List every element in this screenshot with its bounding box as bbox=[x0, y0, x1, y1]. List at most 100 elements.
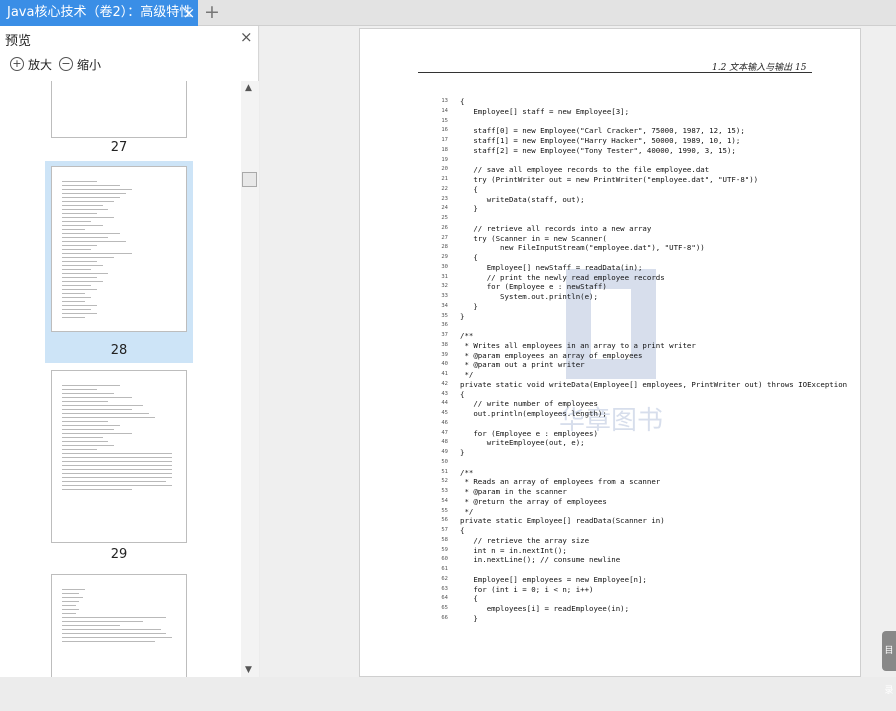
line-number: 50 bbox=[441, 458, 448, 465]
code-line: 19 bbox=[438, 156, 838, 166]
line-number: 63 bbox=[441, 585, 448, 592]
code-text: // retrieve all records into a new array bbox=[460, 223, 652, 233]
code-line: 23 writeData(staff, out); bbox=[438, 195, 838, 205]
code-line: 48 writeEmployee(out, e); bbox=[438, 438, 838, 448]
side-panel-toggle[interactable]: 目录 bbox=[882, 631, 896, 696]
code-text: { bbox=[460, 184, 478, 194]
code-text: * Writes all employees in an array to a … bbox=[460, 340, 696, 350]
code-line: 33 System.out.println(e); bbox=[438, 292, 838, 302]
code-text: private static Employee[] readData(Scann… bbox=[460, 516, 665, 526]
code-text: writeData(staff, out); bbox=[460, 194, 585, 204]
line-number: 25 bbox=[441, 215, 448, 221]
code-text: private static void writeData(Employee[]… bbox=[460, 379, 848, 389]
code-text: in.nextLine(); // consume newline bbox=[460, 555, 621, 565]
code-line: 58 // retrieve the array size bbox=[438, 536, 838, 546]
code-text: { bbox=[460, 389, 465, 399]
code-text: } bbox=[460, 613, 478, 623]
code-text: * @param in the scanner bbox=[460, 487, 567, 496]
line-number: 52 bbox=[441, 478, 448, 485]
code-line: 44 // write number of employees bbox=[438, 399, 838, 409]
code-text: for (Employee e : employees) bbox=[460, 428, 598, 438]
code-text: Employee[] employees = new Employee[n]; bbox=[460, 574, 647, 584]
scroll-down-icon[interactable]: ▼ bbox=[245, 665, 252, 675]
line-number: 47 bbox=[441, 429, 448, 436]
document-page: 1.2 文本输入与输出 15 华章图书 13{14 Employee[] sta… bbox=[359, 28, 861, 677]
code-text: staff[1] = new Employee("Harry Hacker", … bbox=[460, 136, 741, 145]
code-line: 18 staff[2] = new Employee("Tony Tester"… bbox=[438, 146, 838, 156]
code-line: 39 * @param employees an array of employ… bbox=[438, 351, 838, 361]
tab-close-icon[interactable]: × bbox=[180, 0, 198, 26]
zoom-in-label: 放大 bbox=[28, 57, 53, 72]
line-number: 17 bbox=[441, 137, 448, 143]
line-number: 59 bbox=[441, 546, 448, 553]
scrollbar-thumb[interactable] bbox=[242, 172, 257, 187]
code-line: 66 } bbox=[438, 614, 838, 624]
code-line: 20 // save all employee records to the f… bbox=[438, 165, 838, 175]
close-icon[interactable]: × bbox=[240, 28, 253, 46]
code-text: */ bbox=[460, 370, 474, 379]
zoom-in-button[interactable]: + 放大 bbox=[10, 55, 52, 73]
page-number-28: 28 bbox=[110, 343, 128, 358]
line-number: 65 bbox=[441, 605, 448, 611]
line-number: 31 bbox=[441, 273, 448, 280]
line-number: 30 bbox=[441, 263, 448, 270]
code-text: // retrieve the array size bbox=[460, 535, 590, 545]
page-thumbnail-27[interactable] bbox=[51, 81, 187, 138]
code-text: Employee[] staff = new Employee[3]; bbox=[460, 106, 630, 116]
zoom-out-icon: − bbox=[59, 57, 73, 71]
code-line: 29 { bbox=[438, 253, 838, 263]
code-line: 22 { bbox=[438, 185, 838, 195]
line-number: 34 bbox=[441, 302, 448, 309]
code-text: for (int i = 0; i < n; i++) bbox=[460, 584, 594, 594]
page-thumbnail-28[interactable] bbox=[51, 166, 187, 332]
new-tab-button[interactable]: + bbox=[202, 0, 222, 26]
code-line: 32 for (Employee e : newStaff) bbox=[438, 282, 838, 292]
code-line: 41 */ bbox=[438, 370, 838, 380]
code-line: 21 try (PrintWriter out = new PrintWrite… bbox=[438, 175, 838, 185]
code-line: 15 bbox=[438, 117, 838, 127]
code-line: 61 bbox=[438, 565, 838, 575]
zoom-out-button[interactable]: − 缩小 bbox=[59, 55, 101, 73]
code-text: */ bbox=[460, 506, 474, 516]
code-text: System.out.println(e); bbox=[460, 292, 598, 301]
code-line: 65 employees[i] = readEmployee(in); bbox=[438, 604, 838, 614]
thumbnail-scrollbar[interactable]: ▲ ▼ bbox=[241, 81, 259, 677]
line-number: 57 bbox=[441, 527, 448, 533]
code-line: 63 for (int i = 0; i < n; i++) bbox=[438, 585, 838, 595]
zoom-toolbar: + 放大 − 缩小 bbox=[0, 51, 259, 77]
code-text: } bbox=[460, 311, 465, 321]
line-number: 39 bbox=[441, 351, 448, 358]
line-number: 26 bbox=[441, 224, 448, 231]
thumbnail-list: 27 28 29 bbox=[0, 81, 241, 677]
code-text: // write number of employees bbox=[460, 399, 598, 409]
code-line: 50 bbox=[438, 458, 838, 468]
code-text: employees[i] = readEmployee(in); bbox=[460, 604, 630, 613]
code-text: } bbox=[460, 204, 478, 214]
page-thumbnail-30[interactable] bbox=[51, 574, 187, 677]
code-text: { bbox=[460, 97, 465, 106]
line-number: 20 bbox=[441, 166, 448, 173]
line-number: 16 bbox=[441, 127, 448, 134]
line-number: 21 bbox=[441, 176, 448, 182]
code-text: { bbox=[460, 594, 478, 604]
document-viewer[interactable]: 1.2 文本输入与输出 15 华章图书 13{14 Employee[] sta… bbox=[260, 26, 896, 677]
line-number: 56 bbox=[441, 517, 448, 524]
header-rule bbox=[418, 72, 812, 73]
scroll-up-icon[interactable]: ▲ bbox=[245, 83, 252, 93]
line-number: 22 bbox=[441, 185, 448, 192]
code-line: 31 // print the newly read employee reco… bbox=[438, 273, 838, 283]
line-number: 23 bbox=[441, 195, 448, 202]
code-text: writeEmployee(out, e); bbox=[460, 438, 585, 448]
page-thumbnail-29[interactable] bbox=[51, 370, 187, 543]
zoom-in-icon: + bbox=[10, 57, 24, 71]
code-line: 36 bbox=[438, 321, 838, 331]
line-number: 27 bbox=[441, 234, 448, 241]
code-line: 35} bbox=[438, 312, 838, 322]
line-number: 54 bbox=[441, 497, 448, 504]
code-text: /** bbox=[460, 467, 474, 477]
code-text: staff[2] = new Employee("Tony Tester", 4… bbox=[460, 145, 736, 155]
line-number: 44 bbox=[441, 400, 448, 407]
code-line: 46 bbox=[438, 419, 838, 429]
document-tab[interactable]: Java核心技术（卷2）：高级特性 × bbox=[0, 0, 198, 26]
line-number: 66 bbox=[441, 614, 448, 621]
